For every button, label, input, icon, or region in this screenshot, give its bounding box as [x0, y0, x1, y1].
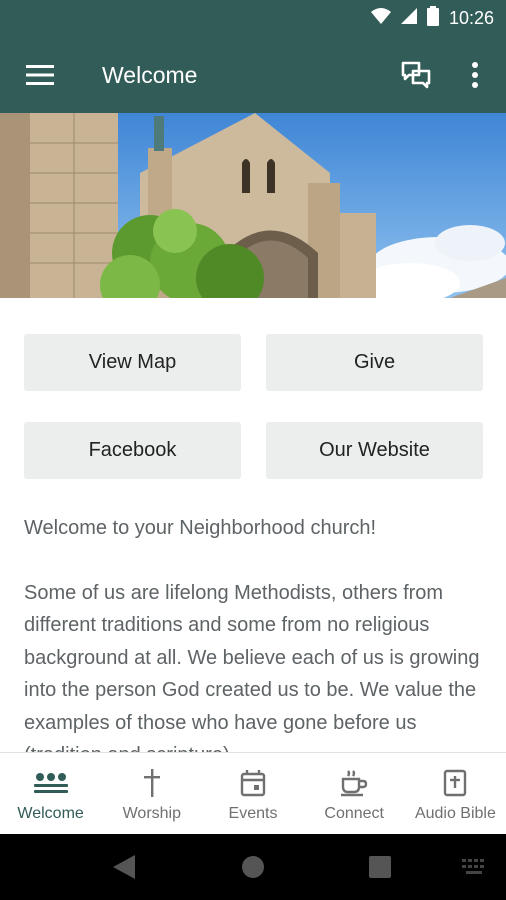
more-vert-icon	[472, 62, 478, 88]
nav-events-label: Events	[228, 805, 278, 822]
page-title: Welcome	[102, 62, 198, 88]
back-icon[interactable]	[113, 855, 135, 884]
coffee-cup-icon	[337, 767, 371, 799]
bottom-navigation: Welcome Worship Events Connect Audio Bib…	[0, 752, 506, 834]
recents-icon[interactable]	[369, 856, 391, 883]
clock: 10:26	[448, 8, 494, 28]
nav-events[interactable]: Events	[202, 753, 303, 834]
welcome-line: Welcome to your Neighborhood church!	[24, 517, 377, 539]
nav-connect[interactable]: Connect	[304, 753, 405, 834]
battery-icon	[426, 6, 439, 31]
menu-button[interactable]	[22, 59, 58, 91]
nav-welcome[interactable]: Welcome	[0, 753, 101, 834]
messages-button[interactable]	[398, 57, 434, 93]
home-icon[interactable]	[241, 855, 265, 884]
nav-welcome-label: Welcome	[17, 805, 84, 822]
welcome-content: Welcome to your Neighborhood church! Som…	[24, 512, 486, 752]
nav-worship[interactable]: Worship	[101, 753, 202, 834]
wifi-icon	[370, 8, 391, 29]
intro-paragraph: Some of us are lifelong Methodists, othe…	[24, 581, 480, 753]
nav-worship-label: Worship	[122, 805, 181, 822]
status-bar: 10:26	[0, 0, 506, 37]
our-website-button[interactable]: Our Website	[266, 422, 483, 479]
cross-icon	[135, 767, 169, 799]
app-bar: Welcome	[0, 37, 506, 113]
people-icon	[33, 767, 68, 799]
keyboard-icon[interactable]	[462, 859, 488, 880]
chat-bubbles-icon	[401, 61, 431, 89]
more-options-button[interactable]	[460, 57, 490, 93]
calendar-icon	[236, 767, 270, 799]
bible-icon	[438, 767, 472, 799]
cell-signal-icon	[400, 8, 417, 29]
view-map-button[interactable]: View Map	[24, 334, 241, 391]
church-hero-image	[0, 113, 506, 298]
nav-connect-label: Connect	[324, 805, 384, 822]
hamburger-menu-icon	[26, 65, 54, 85]
system-navigation-bar	[0, 834, 506, 900]
facebook-button[interactable]: Facebook	[24, 422, 241, 479]
nav-audio-bible[interactable]: Audio Bible	[405, 753, 506, 834]
give-button[interactable]: Give	[266, 334, 483, 391]
nav-audio-bible-label: Audio Bible	[414, 805, 496, 822]
